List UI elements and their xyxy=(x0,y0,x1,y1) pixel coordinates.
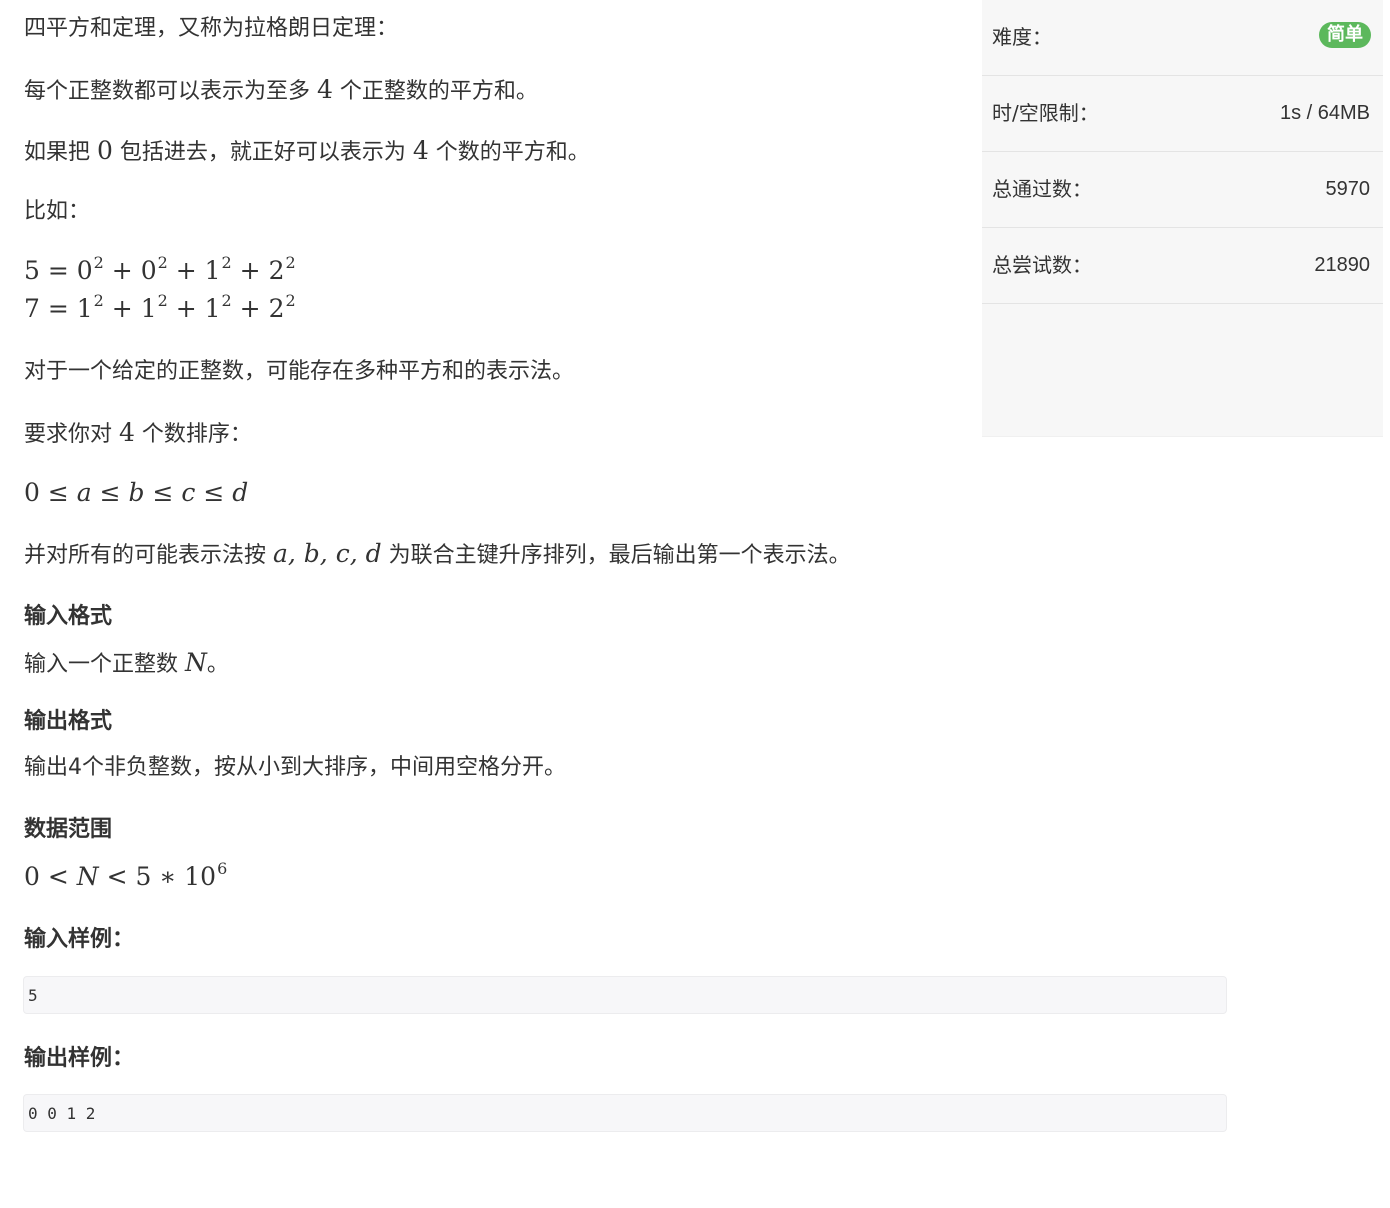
key-note-pre: 并对所有的可能表示法按 xyxy=(24,543,273,568)
sample-output-box[interactable]: 0 0 1 2 xyxy=(23,1094,1227,1132)
exponent: 2 xyxy=(285,291,296,310)
input-format-heading: 输入格式 xyxy=(24,604,113,629)
data-range-heading: 数据范围 xyxy=(24,817,113,842)
math-token: c xyxy=(181,478,196,507)
example-equation-1: 5 = 02 + 02 + 12 + 22 xyxy=(24,253,296,286)
sort-post: 个数排序： xyxy=(134,422,252,447)
accepted-row: 总通过数： 5970 xyxy=(982,152,1383,228)
problem-info-sidebar: 难度： 简单 时/空限制： 1s / 64MB 总通过数： 5970 总尝试数：… xyxy=(982,0,1383,437)
math-var-n: N xyxy=(76,862,99,891)
multi-representation-note: 对于一个给定的正整数，可能存在多种平方和的表示法。 xyxy=(24,359,575,384)
math-token: ≤ xyxy=(99,478,121,507)
math-number: 4 xyxy=(317,75,333,104)
difficulty-badge: 简单 xyxy=(1319,22,1371,48)
statement-post: 个正整数的平方和。 xyxy=(332,79,538,104)
math-token: d xyxy=(232,478,249,507)
input-format-desc: 输入一个正整数 N。 xyxy=(24,648,229,680)
sample-input-heading: 输入样例： xyxy=(24,927,135,952)
exponent: 2 xyxy=(221,253,232,272)
sort-requirement: 要求你对 4 个数排序： xyxy=(24,418,252,450)
accepted-value: 5970 xyxy=(1325,178,1371,200)
limit-value: 1s / 64MB xyxy=(1279,102,1370,124)
plus-sign: + xyxy=(231,294,269,323)
example-equation-2: 7 = 12 + 12 + 12 + 22 xyxy=(24,291,296,324)
exponent: 2 xyxy=(221,291,232,310)
equation-lhs: 7 = xyxy=(24,294,77,323)
plus-sign: + xyxy=(231,256,269,285)
plus-sign: + xyxy=(103,294,141,323)
math-four: 4 xyxy=(412,136,429,165)
attempts-label: 总尝试数： xyxy=(992,253,1092,277)
zero-note-post: 个数的平方和。 xyxy=(428,140,590,165)
range-b: < 5 ∗ 10 xyxy=(98,862,217,891)
zero-note-pre: 如果把 xyxy=(24,140,97,165)
sort-pre: 要求你对 xyxy=(24,422,119,447)
math-var-n: N xyxy=(185,648,207,677)
intro-text: 四平方和定理，又称为拉格朗日定理： xyxy=(24,16,399,41)
accepted-label: 总通过数： xyxy=(992,177,1092,201)
zero-note-mid: 包括进去，就正好可以表示为 xyxy=(112,140,413,165)
term: 2 xyxy=(268,294,285,323)
primary-key-note: 并对所有的可能表示法按 a, b, c, d 为联合主键升序排列，最后输出第一个… xyxy=(24,539,851,571)
key-note-post: 为联合主键升序排列，最后输出第一个表示法。 xyxy=(381,543,851,568)
exponent: 6 xyxy=(217,859,228,878)
term: 1 xyxy=(204,294,221,323)
input-desc-post: 。 xyxy=(206,652,229,677)
limit-label: 时/空限制： xyxy=(992,101,1099,125)
limits-row: 时/空限制： 1s / 64MB xyxy=(982,76,1383,152)
exponent: 2 xyxy=(157,253,168,272)
exponent: 2 xyxy=(93,253,104,272)
input-desc-pre: 输入一个正整数 xyxy=(24,652,185,677)
sample-output-heading: 输出样例： xyxy=(24,1046,135,1071)
example-label: 比如： xyxy=(24,199,91,224)
math-vars: a, b, c, d xyxy=(273,539,382,568)
exponent: 2 xyxy=(157,291,168,310)
term: 1 xyxy=(204,256,221,285)
output-format-heading: 输出格式 xyxy=(24,709,113,734)
math-four: 4 xyxy=(119,418,135,447)
difficulty-row: 难度： 简单 xyxy=(982,0,1383,76)
plus-sign: + xyxy=(103,256,141,285)
plus-sign: + xyxy=(167,256,205,285)
math-token: b xyxy=(128,478,145,507)
math-token: 0 xyxy=(24,478,40,507)
statement-pre: 每个正整数都可以表示为至多 xyxy=(24,79,317,104)
exponent: 2 xyxy=(285,253,296,272)
math-token: a xyxy=(76,478,92,507)
term: 1 xyxy=(76,294,93,323)
theorem-statement: 每个正整数都可以表示为至多 4 个正整数的平方和。 xyxy=(24,75,538,107)
range-a: 0 < xyxy=(24,862,77,891)
attempts-row: 总尝试数： 21890 xyxy=(982,228,1383,304)
term: 1 xyxy=(140,294,157,323)
math-token: ≤ xyxy=(152,478,174,507)
attempts-value: 21890 xyxy=(1314,254,1370,276)
math-zero: 0 xyxy=(97,136,113,165)
equation-lhs: 5 = xyxy=(24,256,77,285)
difficulty-label: 难度： xyxy=(992,25,1052,49)
zero-note: 如果把 0 包括进去，就正好可以表示为 4 个数的平方和。 xyxy=(24,136,590,168)
data-range-expr: 0 < N < 5 ∗ 106 xyxy=(24,859,228,892)
plus-sign: + xyxy=(167,294,205,323)
term: 0 xyxy=(76,256,93,285)
sample-input-box[interactable]: 5 xyxy=(23,976,1227,1014)
exponent: 2 xyxy=(93,291,104,310)
order-inequality: 0 ≤ a ≤ b ≤ c ≤ d xyxy=(24,478,248,508)
math-token: ≤ xyxy=(203,478,225,507)
term: 2 xyxy=(268,256,285,285)
math-token: ≤ xyxy=(47,478,69,507)
term: 0 xyxy=(140,256,157,285)
output-format-desc: 输出4个非负整数，按从小到大排序，中间用空格分开。 xyxy=(24,755,566,780)
